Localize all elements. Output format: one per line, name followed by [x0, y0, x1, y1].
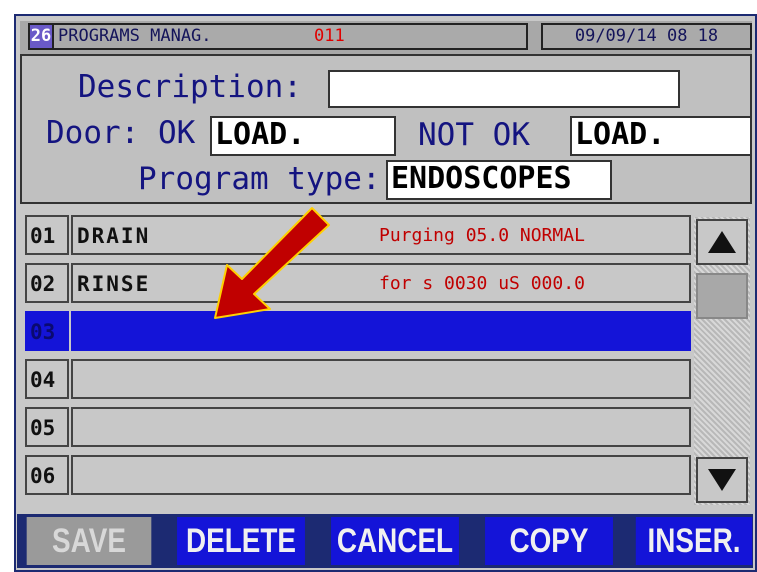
step-row[interactable]: 05	[25, 407, 691, 449]
step-row[interactable]: 01 DRAIN Purging 05.0 NORMAL	[25, 215, 691, 257]
page-title: PROGRAMS MANAG.	[58, 26, 212, 46]
triangle-down-icon	[708, 469, 736, 491]
step-info: Purging 05.0 NORMAL	[379, 225, 585, 246]
title-bar: 26 PROGRAMS MANAG. 011 09/09/14 08 18	[20, 21, 752, 54]
step-cell[interactable]	[71, 359, 691, 399]
program-type-label: Program type:	[138, 161, 381, 197]
delete-button[interactable]: DELETE	[177, 517, 305, 565]
step-info: for s 0030 uS 000.0	[379, 273, 585, 294]
step-row[interactable]: 02 RINSE for s 0030 uS 000.0	[25, 263, 691, 305]
save-button[interactable]: SAVE	[26, 517, 152, 565]
program-code: 011	[314, 26, 345, 46]
steps-list: 01 DRAIN Purging 05.0 NORMAL 02 RINSE fo…	[25, 215, 691, 505]
scroll-up-button[interactable]	[696, 219, 748, 265]
scroll-down-button[interactable]	[696, 457, 748, 503]
step-cell[interactable]	[71, 407, 691, 447]
step-number: 03	[25, 311, 69, 351]
step-name: DRAIN	[77, 224, 151, 248]
step-row[interactable]: 04	[25, 359, 691, 401]
step-number: 04	[25, 359, 69, 399]
page-number: 26	[28, 23, 54, 50]
step-number: 01	[25, 215, 69, 255]
cancel-button[interactable]: CANCEL	[331, 517, 459, 565]
door-not-ok-label: NOT OK	[418, 117, 530, 153]
door-ok-label: Door: OK	[46, 115, 196, 151]
step-row[interactable]: 06	[25, 455, 691, 497]
step-number: 02	[25, 263, 69, 303]
step-cell[interactable]	[71, 311, 691, 351]
program-header: Description: Door: OK LOAD. NOT OK LOAD.…	[20, 54, 752, 204]
description-label: Description:	[78, 69, 302, 105]
step-number: 06	[25, 455, 69, 495]
copy-button[interactable]: COPY	[485, 517, 613, 565]
step-row-selected[interactable]: 03	[25, 311, 691, 353]
insert-button[interactable]: INSER.	[635, 517, 753, 565]
door-not-ok-field[interactable]: LOAD.	[570, 116, 752, 156]
triangle-up-icon	[708, 231, 736, 253]
action-bar: SAVE DELETE CANCEL COPY INSER.	[17, 514, 753, 568]
description-field[interactable]	[328, 70, 680, 108]
datetime: 09/09/14 08 18	[541, 23, 752, 50]
step-number: 05	[25, 407, 69, 447]
scroll-thumb[interactable]	[696, 273, 748, 319]
step-cell[interactable]	[71, 455, 691, 495]
program-type-field[interactable]: ENDOSCOPES	[386, 160, 612, 200]
door-ok-field[interactable]: LOAD.	[210, 116, 396, 156]
title-box: PROGRAMS MANAG. 011	[52, 23, 528, 50]
step-cell[interactable]: RINSE for s 0030 uS 000.0	[71, 263, 691, 303]
step-cell[interactable]: DRAIN Purging 05.0 NORMAL	[71, 215, 691, 255]
scrollbar[interactable]	[694, 217, 750, 505]
hmi-screen: 26 PROGRAMS MANAG. 011 09/09/14 08 18 De…	[14, 14, 757, 572]
step-name: RINSE	[77, 272, 151, 296]
